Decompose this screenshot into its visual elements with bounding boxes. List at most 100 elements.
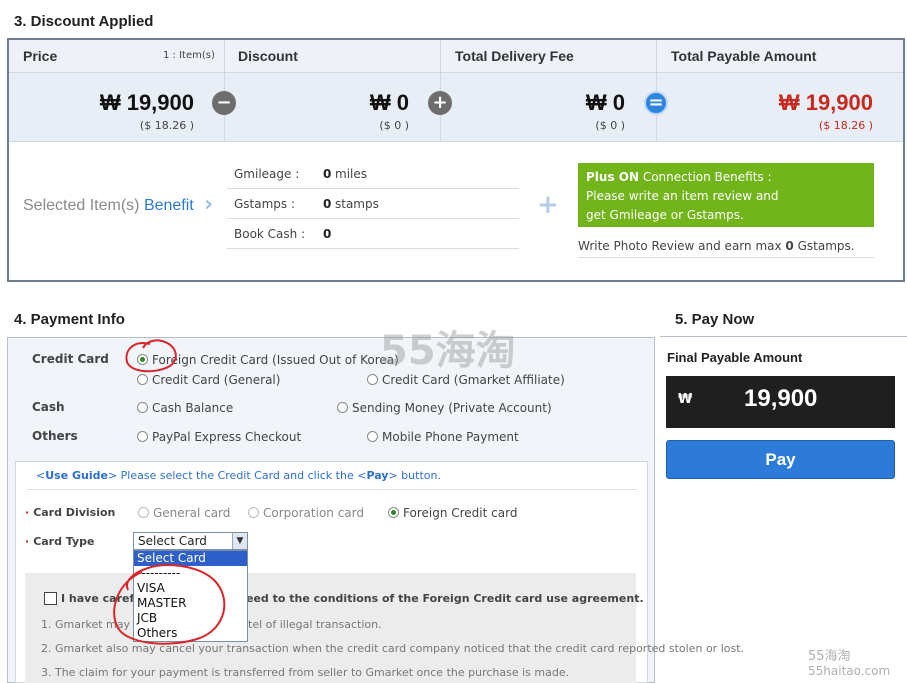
benefit-label-plain: Selected Item(s) xyxy=(23,197,144,214)
final-amount: 19,900 xyxy=(744,385,818,412)
guide-text: > button. xyxy=(388,469,441,482)
agreement-note: 1. Gmarket may te xyxy=(41,618,145,631)
guide-text: > Please select the Credit Card and clic… xyxy=(107,469,367,482)
plus-on-benefits-box: Plus ON Connection Benefits : Please wri… xyxy=(578,163,874,227)
radio-foreign-credit-card-division[interactable]: Foreign Credit card xyxy=(388,506,517,520)
card-type-dropdown-list: Select Card ---------- VISA MASTER JCB O… xyxy=(133,550,248,642)
card-type-text: Card Type xyxy=(33,535,95,548)
guide-text: < xyxy=(36,469,46,482)
radio-corporation-card[interactable]: Corporation card xyxy=(248,506,364,520)
benefit-name: Book Cash : xyxy=(234,227,306,241)
final-payable-label: Final Payable Amount xyxy=(667,350,803,365)
benefit-label-accent: Benefit xyxy=(143,197,194,214)
plus-icon: + xyxy=(428,91,452,115)
plus-icon: + xyxy=(537,190,559,220)
divider xyxy=(660,336,907,337)
radio-icon[interactable] xyxy=(137,431,148,442)
benefit-unit: stamps xyxy=(335,197,379,211)
plus-on-line: get Gmileage or Gstamps. xyxy=(586,208,744,222)
agreement-text-left: I have carefu xyxy=(61,592,143,605)
dropdown-option-separator[interactable]: ---------- xyxy=(134,566,247,581)
photo-review-text: Gstamps. xyxy=(793,239,855,253)
plus-on-title: Plus ON xyxy=(586,170,640,184)
cash-group-label: Cash xyxy=(32,400,65,414)
option-label: Foreign Credit card xyxy=(403,506,518,520)
card-division-label: · Card Division xyxy=(25,506,116,519)
price-header: Price xyxy=(23,48,58,64)
radio-icon[interactable] xyxy=(337,402,348,413)
card-type-select[interactable]: Select Card ▼ xyxy=(133,532,248,550)
option-label: Mobile Phone Payment xyxy=(382,430,519,444)
currency-symbol: ₩ xyxy=(678,392,693,407)
dropdown-option-others[interactable]: Others xyxy=(134,626,247,641)
dropdown-option-master[interactable]: MASTER xyxy=(134,596,247,611)
agreement-note: tel of illegal transaction. xyxy=(248,618,382,631)
watermark: 55海淘 xyxy=(808,649,851,664)
radio-paypal[interactable]: PayPal Express Checkout xyxy=(137,430,301,444)
discount-section-title: 3. Discount Applied xyxy=(14,13,154,30)
discount-summary-panel: Price 1 : Item(s) Discount Total Deliver… xyxy=(7,38,905,282)
radio-icon[interactable] xyxy=(137,374,148,385)
card-division-text: Card Division xyxy=(33,506,116,519)
selected-items-benefit-label: Selected Item(s) Benefit xyxy=(23,197,194,215)
credit-card-group-label: Credit Card xyxy=(32,352,109,366)
radio-mobile-phone[interactable]: Mobile Phone Payment xyxy=(367,430,519,444)
radio-general-card[interactable]: General card xyxy=(138,506,230,520)
dropdown-option-jcb[interactable]: JCB xyxy=(134,611,247,626)
watermark: 55海淘 xyxy=(380,328,516,374)
radio-icon[interactable] xyxy=(137,402,148,413)
option-label: Cash Balance xyxy=(152,401,234,415)
minus-icon: − xyxy=(212,91,236,115)
agreement-note: 2. Gmarket also may cancel your transact… xyxy=(41,642,745,655)
option-label: General card xyxy=(153,506,231,520)
option-label: Sending Money (Private Account) xyxy=(352,401,552,415)
radio-icon[interactable] xyxy=(248,507,259,518)
radio-icon[interactable] xyxy=(367,374,378,385)
price-amount: ₩ 19,900 xyxy=(99,90,194,115)
benefit-value: 0 xyxy=(323,197,332,211)
radio-foreign-credit-card[interactable]: Foreign Credit Card (Issued Out of Korea… xyxy=(137,353,399,367)
photo-review-count: 0 xyxy=(785,239,794,253)
watermark: 55haitao.com xyxy=(808,664,891,678)
item-count: 1 : Item(s) xyxy=(163,50,215,61)
photo-review-note: Write Photo Review and earn max 0 Gstamp… xyxy=(578,236,874,258)
option-label: PayPal Express Checkout xyxy=(152,430,302,444)
dropdown-option-visa[interactable]: VISA xyxy=(134,581,247,596)
agreement-note: 3. The claim for your payment is transfe… xyxy=(41,666,570,679)
price-usd: ($ 18.26 ) xyxy=(139,119,194,132)
radio-checked-icon[interactable] xyxy=(388,507,399,518)
select-value: Select Card xyxy=(138,534,207,548)
benefit-unit: miles xyxy=(335,167,367,181)
pay-now-section-title: 5. Pay Now xyxy=(675,311,755,328)
delivery-fee-header: Total Delivery Fee xyxy=(455,48,574,64)
total-payable-header: Total Payable Amount xyxy=(671,48,817,64)
total-usd: ($ 18.26 ) xyxy=(818,119,873,132)
radio-icon[interactable] xyxy=(367,431,378,442)
delivery-amount: ₩ 0 xyxy=(585,90,625,115)
others-group-label: Others xyxy=(32,429,78,443)
discount-usd: ($ 0 ) xyxy=(379,119,409,132)
guide-pay-ref: Pay xyxy=(366,469,389,482)
benefit-name: Gmileage : xyxy=(234,167,300,181)
radio-sending-money[interactable]: Sending Money (Private Account) xyxy=(337,401,552,415)
total-amount: ₩ 19,900 xyxy=(778,90,873,115)
pay-button[interactable]: Pay xyxy=(666,440,895,479)
use-guide-link[interactable]: Use Guide xyxy=(45,469,108,482)
option-label: Credit Card (General) xyxy=(152,373,281,387)
benefit-value: 0 xyxy=(323,167,332,181)
dropdown-option-select-card[interactable]: Select Card xyxy=(134,551,247,566)
chevron-down-icon[interactable]: ▼ xyxy=(232,533,247,549)
plus-on-line: Please write an item review and xyxy=(586,189,779,203)
radio-icon[interactable] xyxy=(138,507,149,518)
radio-checked-icon[interactable] xyxy=(137,354,148,365)
final-amount-box: ₩ 19,900 xyxy=(666,376,895,428)
radio-credit-card-general[interactable]: Credit Card (General) xyxy=(137,373,280,387)
card-type-label: · Card Type xyxy=(25,535,95,548)
benefit-name: Gstamps : xyxy=(234,197,296,211)
agreement-checkbox[interactable] xyxy=(44,592,57,605)
benefit-row-gmileage: Gmileage : 0 miles xyxy=(227,159,519,189)
agreement-text-right: eed to the conditions of the Foreign Cre… xyxy=(246,592,644,605)
radio-cash-balance[interactable]: Cash Balance xyxy=(137,401,233,415)
chevron-right-icon: › xyxy=(204,192,214,217)
photo-review-text: Write Photo Review and earn max xyxy=(578,239,786,253)
